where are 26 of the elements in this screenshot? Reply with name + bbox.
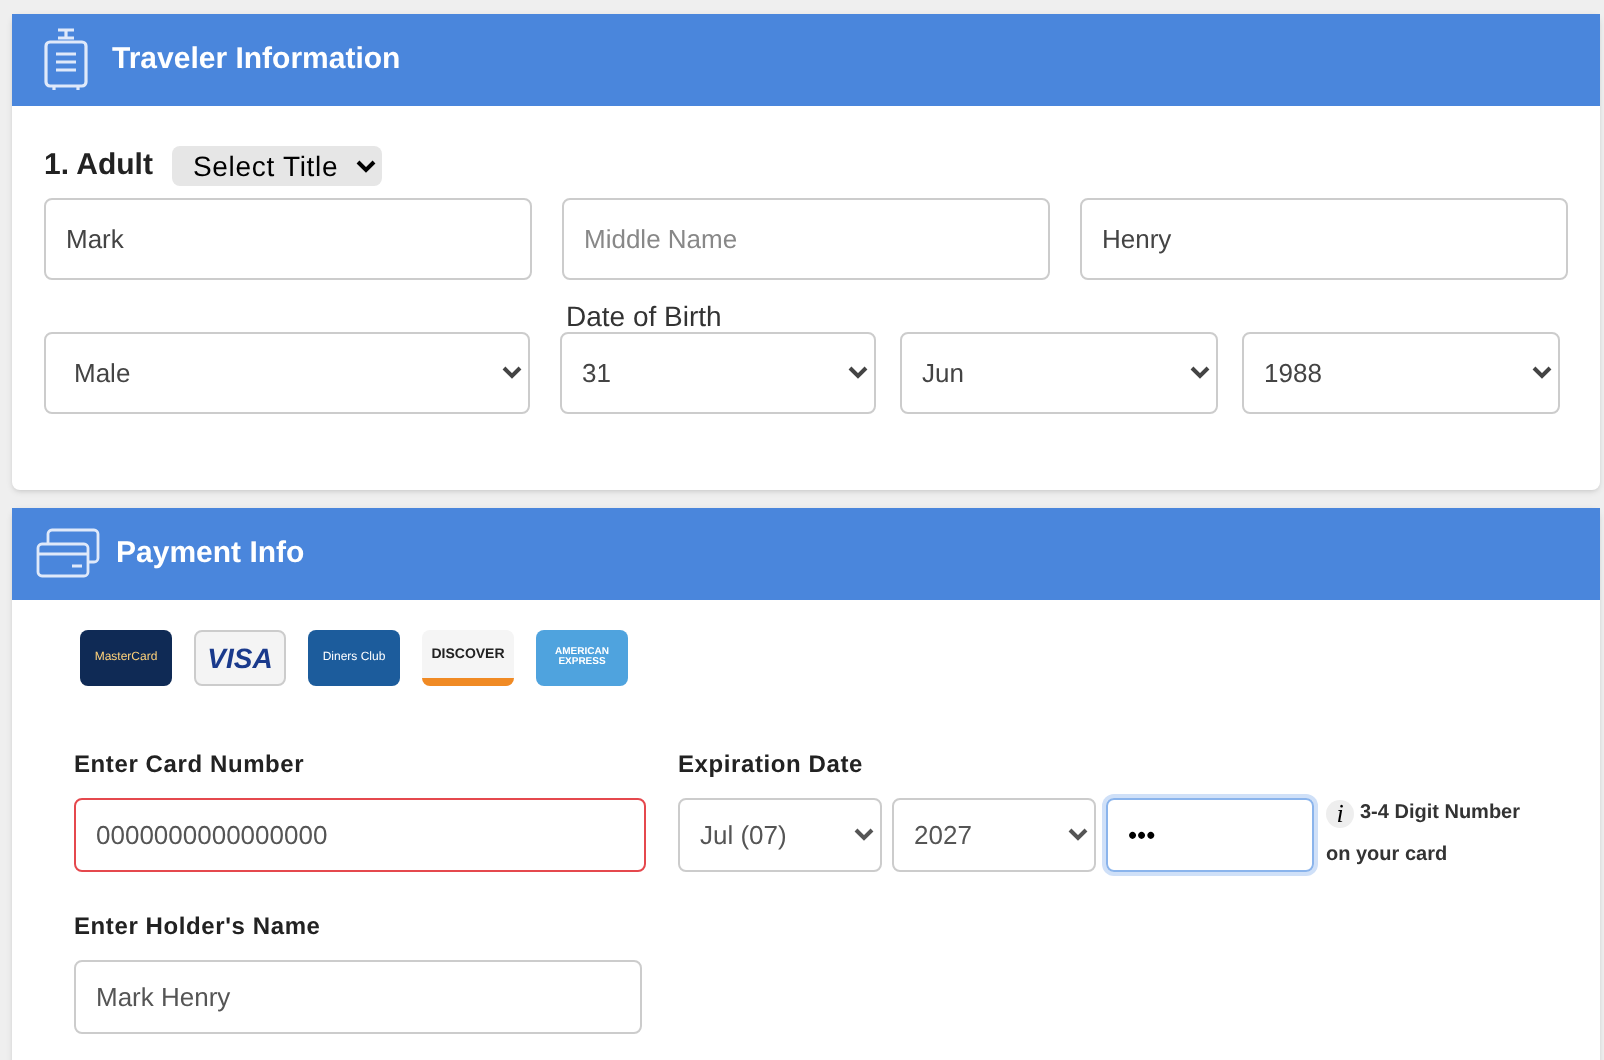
title-select[interactable]: Select Title [172, 146, 383, 186]
credit-cards-icon [36, 528, 100, 580]
cvv-hint: 3-4 Digit Number [1360, 800, 1521, 828]
card-number-field[interactable]: 0000000000000000 [74, 798, 646, 872]
expiry-month-select[interactable]: Jul (07) [678, 798, 882, 872]
expiry-year-select[interactable]: 2027 [892, 798, 1096, 872]
section-title: Traveler Information [112, 39, 401, 80]
middle-name-field[interactable]: Middle Name [562, 198, 1050, 280]
card-brand-logo: VISA [194, 630, 286, 686]
year-select[interactable]: 1988 [1242, 332, 1560, 414]
cvv-field[interactable]: ••• [1106, 798, 1314, 872]
first-name-field[interactable]: Mark [44, 198, 532, 280]
cvv-hint: on your card [1326, 842, 1450, 870]
gender-select[interactable]: Male [44, 332, 530, 414]
holder-name-label: Enter Holder's Name [74, 910, 321, 944]
info-icon: i [1326, 799, 1354, 827]
expiration-date-label: Expiration Date [678, 748, 864, 782]
date-of-birth-label: Date of Birth [564, 298, 722, 332]
month-select[interactable]: Jun [900, 332, 1218, 414]
holder-name-field[interactable]: Mark Henry [74, 960, 642, 1034]
last-name-field[interactable]: Henry [1080, 198, 1568, 280]
card-number-label: Enter Card Number [74, 748, 305, 782]
section-title: Payment Info [116, 533, 305, 574]
day-select[interactable]: 31 [560, 332, 876, 414]
traveler-label: 1. Adult [44, 145, 153, 186]
luggage-icon [44, 28, 88, 92]
